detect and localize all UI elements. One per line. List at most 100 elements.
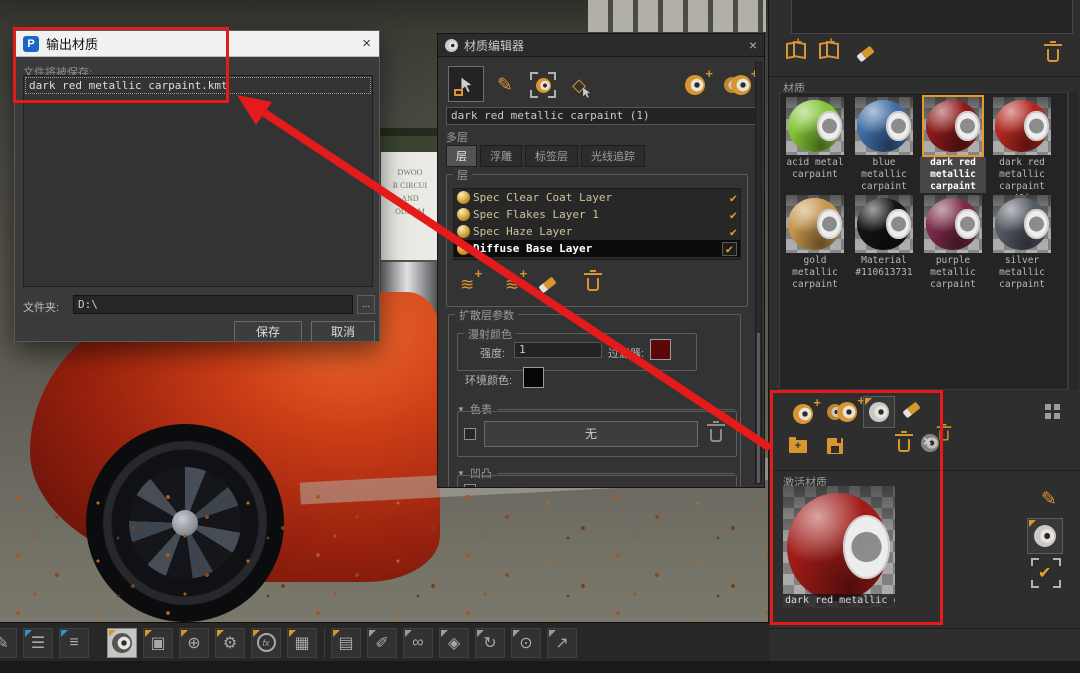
layer-row[interactable]: Spec Clear Coat Layer ✔ [454, 189, 740, 206]
color-table-box: 无 [457, 411, 737, 457]
layer-row[interactable]: Spec Flakes Layer 1 ✔ [454, 206, 740, 223]
delete-color-table-icon[interactable] [710, 429, 722, 442]
add-material-button[interactable]: + [681, 72, 709, 98]
layer-enabled-check-icon[interactable]: ✔ [722, 242, 737, 256]
dock-button-stereo-glasses[interactable]: ∞ [403, 628, 433, 658]
library-tree-box[interactable] [791, 0, 1073, 34]
close-icon[interactable]: × [749, 37, 757, 53]
add-layer-icon[interactable]: ≋+ [460, 275, 474, 295]
cancel-button[interactable]: 取消 [311, 321, 375, 342]
add-library-folder-icon[interactable]: + [819, 44, 839, 58]
tab-labels[interactable]: 标签层 [525, 145, 578, 167]
save-button[interactable]: 保存 [234, 321, 302, 342]
close-icon[interactable]: × [362, 35, 371, 52]
editor-titlebar[interactable]: 材质编辑器 × [438, 34, 764, 57]
material-ball-button[interactable] [1027, 518, 1063, 554]
eyedropper-icon[interactable]: ✎ [1041, 488, 1057, 511]
node-select-button[interactable]: ◇ [564, 70, 594, 100]
tab-bump[interactable]: 浮雕 [480, 145, 522, 167]
add-multi-material-icon2[interactable]: + [837, 402, 857, 422]
material-item[interactable]: acid metal carpaint [782, 97, 848, 181]
editor-scrollbar[interactable] [755, 62, 762, 484]
dock-button-statistics[interactable]: ↗ [547, 628, 577, 658]
clean-library-icon[interactable] [856, 46, 874, 63]
dock-button-measurement[interactable]: ▤ [331, 628, 361, 658]
file-list-area[interactable]: dark red metallic carpaint.kmt [23, 75, 373, 287]
eyedropper-button[interactable]: ✎ [492, 72, 518, 98]
dock-button-effects[interactable]: fx [251, 628, 281, 658]
bottom-strip [0, 661, 1080, 673]
material-ball [788, 198, 840, 249]
delete-layer-icon[interactable] [587, 278, 599, 291]
material-item[interactable]: silver metallic carpaint [989, 195, 1055, 291]
material-thumbnail [924, 97, 982, 155]
dialog-titlebar[interactable]: P 输出材质 × [15, 31, 379, 57]
material-ball-icon: + [685, 75, 705, 95]
materials-scrollbar[interactable] [1068, 92, 1078, 390]
layer-name: Spec Clear Coat Layer [473, 191, 612, 204]
dock-button-turntable[interactable]: ↻ [475, 628, 505, 658]
active-material-thumbnail[interactable]: LS dark red metallic carp [783, 486, 895, 608]
layer-row-selected[interactable]: Diffuse Base Layer ✔ [454, 240, 740, 257]
clear-layer-icon[interactable] [538, 277, 556, 294]
tab-raytrace[interactable]: 光线追踪 [581, 145, 645, 167]
diamond-wrench-icon: ◈ [448, 633, 460, 653]
folder-label: 文件夹: [23, 299, 59, 315]
layer-enabled-check-icon[interactable]: ✔ [730, 192, 737, 204]
material-item[interactable]: Material #110613731 [851, 195, 917, 279]
material-name-field[interactable]: dark red metallic carpaint (1) [446, 107, 758, 125]
graph-icon: ↗ [555, 633, 568, 653]
edit-pen-icon: ✎ [0, 633, 9, 653]
layer-row[interactable]: Spec Haze Layer ✔ [454, 223, 740, 240]
material-item[interactable]: purple metallic carpaint [920, 195, 986, 291]
bump-box: 使用浮雕 [457, 475, 737, 488]
editor-title: 材质编辑器 [464, 37, 524, 54]
material-item[interactable]: blue metallic carpaint [851, 97, 917, 193]
color-table-checkbox[interactable] [464, 428, 476, 440]
dock-button-animation[interactable]: ▦ [287, 628, 317, 658]
add-sublayer-icon[interactable]: ≋+ [505, 275, 519, 295]
dock-button-camera-target[interactable]: ⊙ [511, 628, 541, 658]
material-item[interactable]: gold metallic carpaint [782, 195, 848, 291]
dock-button-environment[interactable]: ⊕ [179, 628, 209, 658]
delete-material-icon[interactable] [898, 439, 910, 452]
layer-name: Spec Flakes Layer 1 [473, 208, 599, 221]
add-multi-material-button[interactable]: + [720, 72, 754, 98]
material-mode-button-active[interactable] [863, 396, 895, 428]
section-rule [497, 473, 735, 474]
grid-view-icon[interactable] [1045, 404, 1060, 419]
bracket-corner [530, 90, 538, 98]
dock-button-image-styles[interactable]: ▣ [143, 628, 173, 658]
clean-materials-icon[interactable] [902, 402, 920, 419]
dock-button-edit-pen[interactable]: ✎ [0, 628, 17, 658]
add-material-icon[interactable]: + [793, 404, 813, 424]
delete-unused-materials-icon[interactable]: × [921, 434, 939, 457]
open-folder-icon[interactable]: + [789, 440, 807, 453]
add-library-icon[interactable]: + [786, 44, 806, 58]
save-material-icon[interactable] [827, 438, 843, 454]
select-tool-button[interactable] [448, 66, 484, 102]
material-item-selected[interactable]: dark red metallic carpaint [920, 97, 986, 193]
dock-button-task-list[interactable]: ≡ [59, 628, 89, 658]
layer-enabled-check-icon[interactable]: ✔ [730, 209, 737, 221]
dock-button-material-library[interactable] [107, 628, 137, 658]
tab-layers[interactable]: 层 [446, 145, 477, 167]
filename-row[interactable]: dark red metallic carpaint.kmt [25, 77, 371, 94]
dock-button-geometry-editor[interactable]: ✐ [367, 628, 397, 658]
scrollbar-thumb[interactable] [757, 333, 760, 483]
color-table-none-button[interactable]: 无 [484, 421, 698, 447]
filter-color-swatch[interactable] [650, 339, 671, 360]
dock-button-render-options[interactable]: ⚙ [215, 628, 245, 658]
material-item[interactable]: dark red metallic carpaint (1) [989, 97, 1055, 205]
layer-enabled-check-icon[interactable]: ✔ [730, 226, 737, 238]
browse-button[interactable]: ... [357, 295, 375, 314]
delete-library-icon[interactable] [1047, 49, 1059, 62]
folder-path-input[interactable]: D:\ [73, 295, 353, 314]
ambient-color-swatch[interactable] [523, 367, 544, 388]
use-bump-checkbox[interactable] [464, 484, 476, 488]
intensity-input[interactable]: 1 [514, 342, 602, 358]
dock-button-material-tools[interactable]: ◈ [439, 628, 469, 658]
apply-check-button[interactable]: ✔ [1031, 558, 1061, 588]
pick-material-button[interactable] [530, 72, 556, 98]
dock-button-tweak-wrench-list[interactable]: ☰ [23, 628, 53, 658]
